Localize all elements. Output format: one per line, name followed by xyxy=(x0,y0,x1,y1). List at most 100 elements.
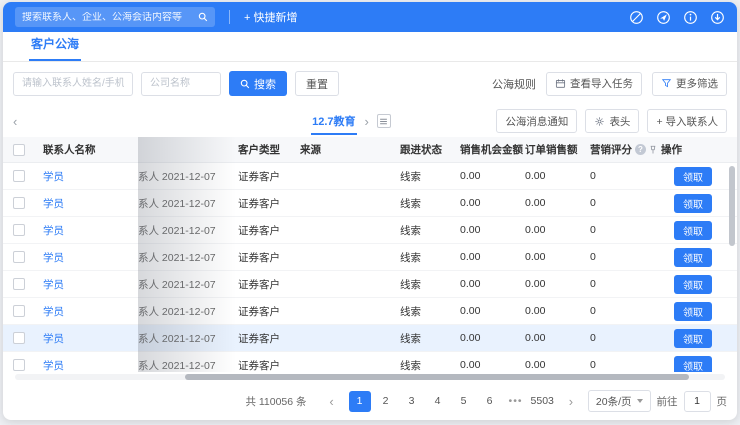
help-icon[interactable]: ? xyxy=(635,144,646,155)
search-button[interactable]: 搜索 xyxy=(229,71,287,96)
row-marketing-score: 0 xyxy=(590,359,648,371)
vertical-scrollbar[interactable] xyxy=(728,164,736,372)
row-opportunity-amount: 0.00 xyxy=(460,278,525,290)
row-checkbox[interactable] xyxy=(13,305,25,317)
contacts-table: 联系人名称 客户类型 来源 跟进状态 销售机会金额 订单销售额 营销评分 ? 操… xyxy=(3,137,737,372)
page-ellipsis[interactable]: ••• xyxy=(505,391,527,412)
search-button-label: 搜索 xyxy=(254,76,276,92)
contact-name-input[interactable] xyxy=(13,72,133,96)
claim-button[interactable]: 领取 xyxy=(674,302,712,321)
segment-scroll-right-icon[interactable]: › xyxy=(365,115,369,128)
page-button[interactable]: 2 xyxy=(375,391,397,412)
contact-name-link[interactable]: 学员 xyxy=(43,304,64,319)
row-customer-type: 证券客户 xyxy=(238,196,300,211)
table-row[interactable]: 学员系人 2021-12-07证券客户线索0.000.000领取 xyxy=(3,217,737,244)
row-detail: 系人 2021-12-07 xyxy=(138,358,238,373)
segment-tab[interactable]: 12.7教育 xyxy=(311,105,356,137)
tab-customer-pool[interactable]: 客户公海 xyxy=(29,35,81,61)
horizontal-scrollbar[interactable] xyxy=(15,372,725,382)
table-row[interactable]: 学员系人 2021-12-07证券客户线索0.000.000领取 xyxy=(3,298,737,325)
row-follow-status: 线索 xyxy=(400,358,460,373)
contact-name-link[interactable]: 学员 xyxy=(43,331,64,346)
claim-button[interactable]: 领取 xyxy=(674,275,712,294)
page-button[interactable]: 5 xyxy=(453,391,475,412)
row-detail: 系人 2021-12-07 xyxy=(138,169,238,184)
row-checkbox[interactable] xyxy=(13,197,25,209)
send-icon[interactable] xyxy=(656,10,671,25)
quick-add-button[interactable]: + 快捷新增 xyxy=(244,9,297,25)
table-row[interactable]: 学员系人 2021-12-07证券客户线索0.000.000领取 xyxy=(3,271,737,298)
segment-group: 12.7教育 › xyxy=(311,105,391,137)
row-opportunity-amount: 0.00 xyxy=(460,251,525,263)
table-row[interactable]: 学员系人 2021-12-07证券客户线索0.000.000领取 xyxy=(3,325,737,352)
claim-button[interactable]: 领取 xyxy=(674,194,712,213)
row-checkbox[interactable] xyxy=(13,332,25,344)
page-button[interactable]: 6 xyxy=(479,391,501,412)
contact-name-link[interactable]: 学员 xyxy=(43,169,64,184)
view-import-tasks-button[interactable]: 查看导入任务 xyxy=(546,72,642,96)
page-size-select[interactable]: 20条/页 xyxy=(588,390,651,412)
row-detail: 系人 2021-12-07 xyxy=(138,196,238,211)
table-row[interactable]: 学员系人 2021-12-07证券客户线索0.000.000领取 xyxy=(3,244,737,271)
global-search-input[interactable] xyxy=(22,12,198,23)
contact-name-link[interactable]: 学员 xyxy=(43,223,64,238)
contact-name-link[interactable]: 学员 xyxy=(43,196,64,211)
col-opportunity-amount: 销售机会金额 xyxy=(460,142,525,157)
contact-name-link[interactable]: 学员 xyxy=(43,277,64,292)
segment-list-icon[interactable] xyxy=(377,114,391,128)
topbar-icons xyxy=(629,10,725,25)
more-filters-label: 更多筛选 xyxy=(676,76,718,91)
page-list: 123456•••5503 xyxy=(349,391,554,412)
divider xyxy=(229,10,230,24)
row-order-amount: 0.00 xyxy=(525,278,590,290)
page-button[interactable]: 3 xyxy=(401,391,423,412)
search-icon[interactable] xyxy=(198,12,208,22)
row-detail: 系人 2021-12-07 xyxy=(138,331,238,346)
page-button[interactable]: 1 xyxy=(349,391,371,412)
claim-button[interactable]: 领取 xyxy=(674,248,712,267)
pool-rules-link[interactable]: 公海规则 xyxy=(492,76,536,92)
table-row[interactable]: 学员系人 2021-12-07证券客户线索0.000.000领取 xyxy=(3,190,737,217)
table-header-button[interactable]: 表头 xyxy=(585,109,639,133)
row-checkbox[interactable] xyxy=(13,251,25,263)
goto-page-input[interactable] xyxy=(684,391,711,412)
download-icon[interactable] xyxy=(710,10,725,25)
row-opportunity-amount: 0.00 xyxy=(460,170,525,182)
contact-name-link[interactable]: 学员 xyxy=(43,358,64,373)
row-marketing-score: 0 xyxy=(590,305,648,317)
prev-page-button[interactable]: ‹ xyxy=(321,391,343,412)
view-import-tasks-label: 查看导入任务 xyxy=(570,76,633,91)
contact-name-link[interactable]: 学员 xyxy=(43,250,64,265)
table-row[interactable]: 学员系人 2021-12-07证券客户线索0.000.000领取 xyxy=(3,352,737,372)
vertical-scrollbar-thumb[interactable] xyxy=(729,166,735,246)
row-checkbox[interactable] xyxy=(13,359,25,371)
import-contacts-button[interactable]: + 导入联系人 xyxy=(647,109,727,133)
company-name-input[interactable] xyxy=(141,72,221,96)
claim-button[interactable]: 领取 xyxy=(674,329,712,348)
reset-button[interactable]: 重置 xyxy=(295,71,339,96)
row-customer-type: 证券客户 xyxy=(238,358,300,373)
table-row[interactable]: 学员系人 2021-12-07证券客户线索0.000.000领取 xyxy=(3,163,737,190)
select-all-checkbox[interactable] xyxy=(13,144,25,156)
row-customer-type: 证券客户 xyxy=(238,223,300,238)
row-order-amount: 0.00 xyxy=(525,251,590,263)
ban-icon[interactable] xyxy=(629,10,644,25)
page-button[interactable]: 4 xyxy=(427,391,449,412)
claim-button[interactable]: 领取 xyxy=(674,167,712,186)
row-checkbox[interactable] xyxy=(13,224,25,236)
segment-scroll-left-icon[interactable]: ‹ xyxy=(13,115,17,128)
table-body: 学员系人 2021-12-07证券客户线索0.000.000领取学员系人 202… xyxy=(3,163,737,372)
next-page-button[interactable]: › xyxy=(560,391,582,412)
row-checkbox[interactable] xyxy=(13,170,25,182)
row-order-amount: 0.00 xyxy=(525,224,590,236)
claim-button[interactable]: 领取 xyxy=(674,221,712,240)
info-icon[interactable] xyxy=(683,10,698,25)
more-filters-button[interactable]: 更多筛选 xyxy=(652,72,727,96)
global-search[interactable] xyxy=(15,7,215,27)
page-button[interactable]: 5503 xyxy=(531,391,554,412)
horizontal-scrollbar-thumb[interactable] xyxy=(185,374,689,380)
row-checkbox[interactable] xyxy=(13,278,25,290)
claim-button[interactable]: 领取 xyxy=(674,356,712,373)
row-follow-status: 线索 xyxy=(400,169,460,184)
pool-notification-button[interactable]: 公海消息通知 xyxy=(496,109,577,133)
